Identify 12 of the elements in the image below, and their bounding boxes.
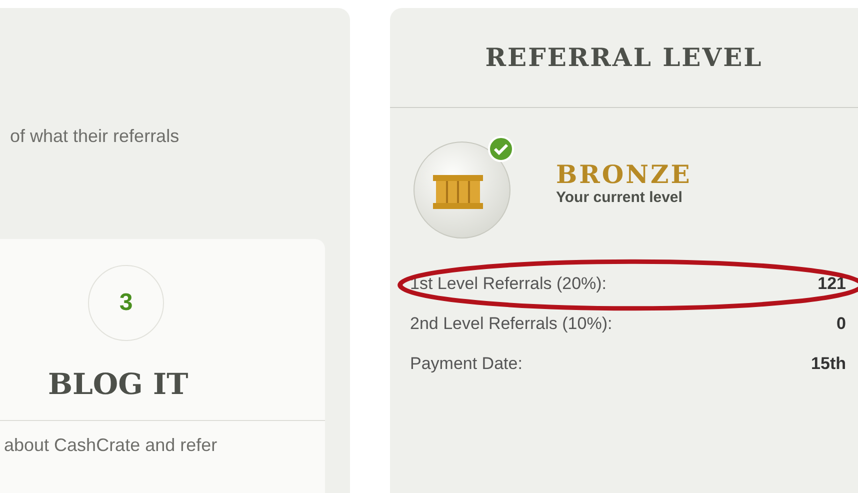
intro-text: of what their referrals: [9, 126, 180, 148]
step-title: BLOG IT: [48, 367, 188, 401]
panel-title: REFERRAL LEVEL: [485, 43, 763, 72]
step-number: 3: [88, 265, 164, 341]
stat-value: 15th: [811, 354, 846, 374]
level-name: BRONZE: [556, 160, 692, 189]
stat-value: 0: [836, 314, 846, 334]
stat-value: 121: [818, 274, 846, 294]
stat-label: Payment Date:: [410, 354, 522, 374]
level-caption: Your current level: [556, 189, 684, 206]
stat-label: 2nd Level Referrals (10%):: [410, 314, 612, 334]
step-description: about CashCrate and refer: [3, 434, 218, 456]
